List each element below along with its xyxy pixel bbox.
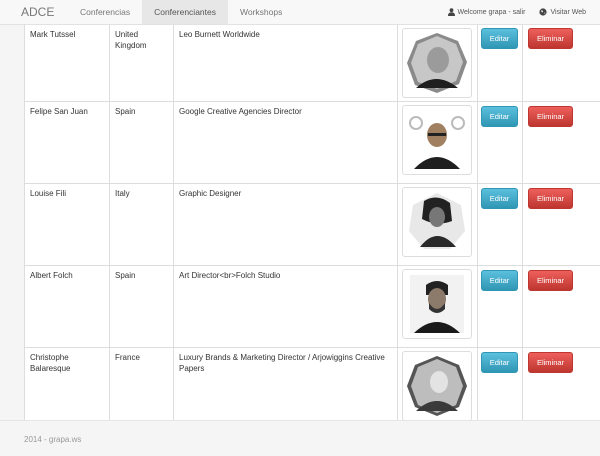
speaker-name: Felipe San Juan — [24, 101, 110, 184]
speaker-photo — [402, 105, 472, 175]
globe-icon — [539, 8, 548, 16]
delete-button[interactable]: Eliminar — [528, 270, 573, 291]
edit-button[interactable]: Editar — [481, 28, 518, 49]
edit-button[interactable]: Editar — [481, 188, 518, 209]
speaker-photo-cell — [397, 183, 478, 266]
delete-button[interactable]: Eliminar — [528, 28, 573, 49]
visit-web-link[interactable]: Visitar Web — [539, 8, 586, 16]
edit-cell: Editar — [477, 183, 523, 266]
edit-cell: Editar — [477, 101, 523, 184]
delete-cell: Eliminar — [522, 347, 600, 420]
edit-button[interactable]: Editar — [481, 270, 518, 291]
speaker-photo-cell — [397, 101, 478, 184]
nav-right: Welcome grapa - salir Visitar Web — [434, 0, 600, 24]
delete-button[interactable]: Eliminar — [528, 352, 573, 373]
speaker-photo — [402, 28, 472, 98]
speaker-photo-cell — [397, 347, 478, 420]
speaker-name: Albert Folch — [24, 265, 110, 348]
speaker-description: Google Creative Agencies Director — [173, 101, 398, 184]
delete-button[interactable]: Eliminar — [528, 106, 573, 127]
edit-button[interactable]: Editar — [481, 106, 518, 127]
speaker-name: Christophe Balaresque — [24, 347, 110, 420]
speaker-photo — [402, 351, 472, 420]
table-row: Louise Fili Italy Graphic Designer Edita… — [24, 183, 600, 266]
visit-web-text: Visitar Web — [550, 8, 586, 16]
delete-cell: Eliminar — [522, 265, 600, 348]
speaker-country: Italy — [109, 183, 174, 266]
speaker-photo — [402, 187, 472, 257]
delete-cell: Eliminar — [522, 101, 600, 184]
speakers-table: Mark Tutssel United Kingdom Leo Burnett … — [24, 0, 600, 420]
delete-cell: Eliminar — [522, 183, 600, 266]
footer: 2014 - grapa.ws — [0, 420, 600, 456]
speaker-photo — [402, 269, 472, 339]
speaker-name: Louise Fili — [24, 183, 110, 266]
edit-button[interactable]: Editar — [481, 352, 518, 373]
speaker-description: Art Director<br>Folch Studio — [173, 265, 398, 348]
table-row: Christophe Balaresque France Luxury Bran… — [24, 347, 600, 420]
nav-conferenciantes[interactable]: Conferenciantes — [142, 0, 228, 24]
navbar: ADCE Conferencias Conferenciantes Worksh… — [0, 0, 600, 25]
speaker-description: Luxury Brands & Marketing Director / Arj… — [173, 347, 398, 420]
speaker-photo-cell — [397, 265, 478, 348]
edit-cell: Editar — [477, 265, 523, 348]
speaker-country: Spain — [109, 101, 174, 184]
brand-logo[interactable]: ADCE — [0, 0, 68, 24]
speaker-description: Graphic Designer — [173, 183, 398, 266]
footer-text: 2014 - grapa.ws — [24, 435, 82, 444]
welcome-link[interactable]: Welcome grapa - salir — [447, 8, 526, 16]
edit-cell: Editar — [477, 347, 523, 420]
nav-workshops[interactable]: Workshops — [228, 0, 294, 24]
delete-button[interactable]: Eliminar — [528, 188, 573, 209]
table-row: Albert Folch Spain Art Director<br>Folch… — [24, 265, 600, 348]
table-row: Felipe San Juan Spain Google Creative Ag… — [24, 101, 600, 184]
nav-conferencias[interactable]: Conferencias — [68, 0, 142, 24]
speaker-country: Spain — [109, 265, 174, 348]
speaker-country: France — [109, 347, 174, 420]
user-icon — [447, 8, 455, 16]
welcome-text: Welcome grapa - salir — [457, 8, 526, 16]
